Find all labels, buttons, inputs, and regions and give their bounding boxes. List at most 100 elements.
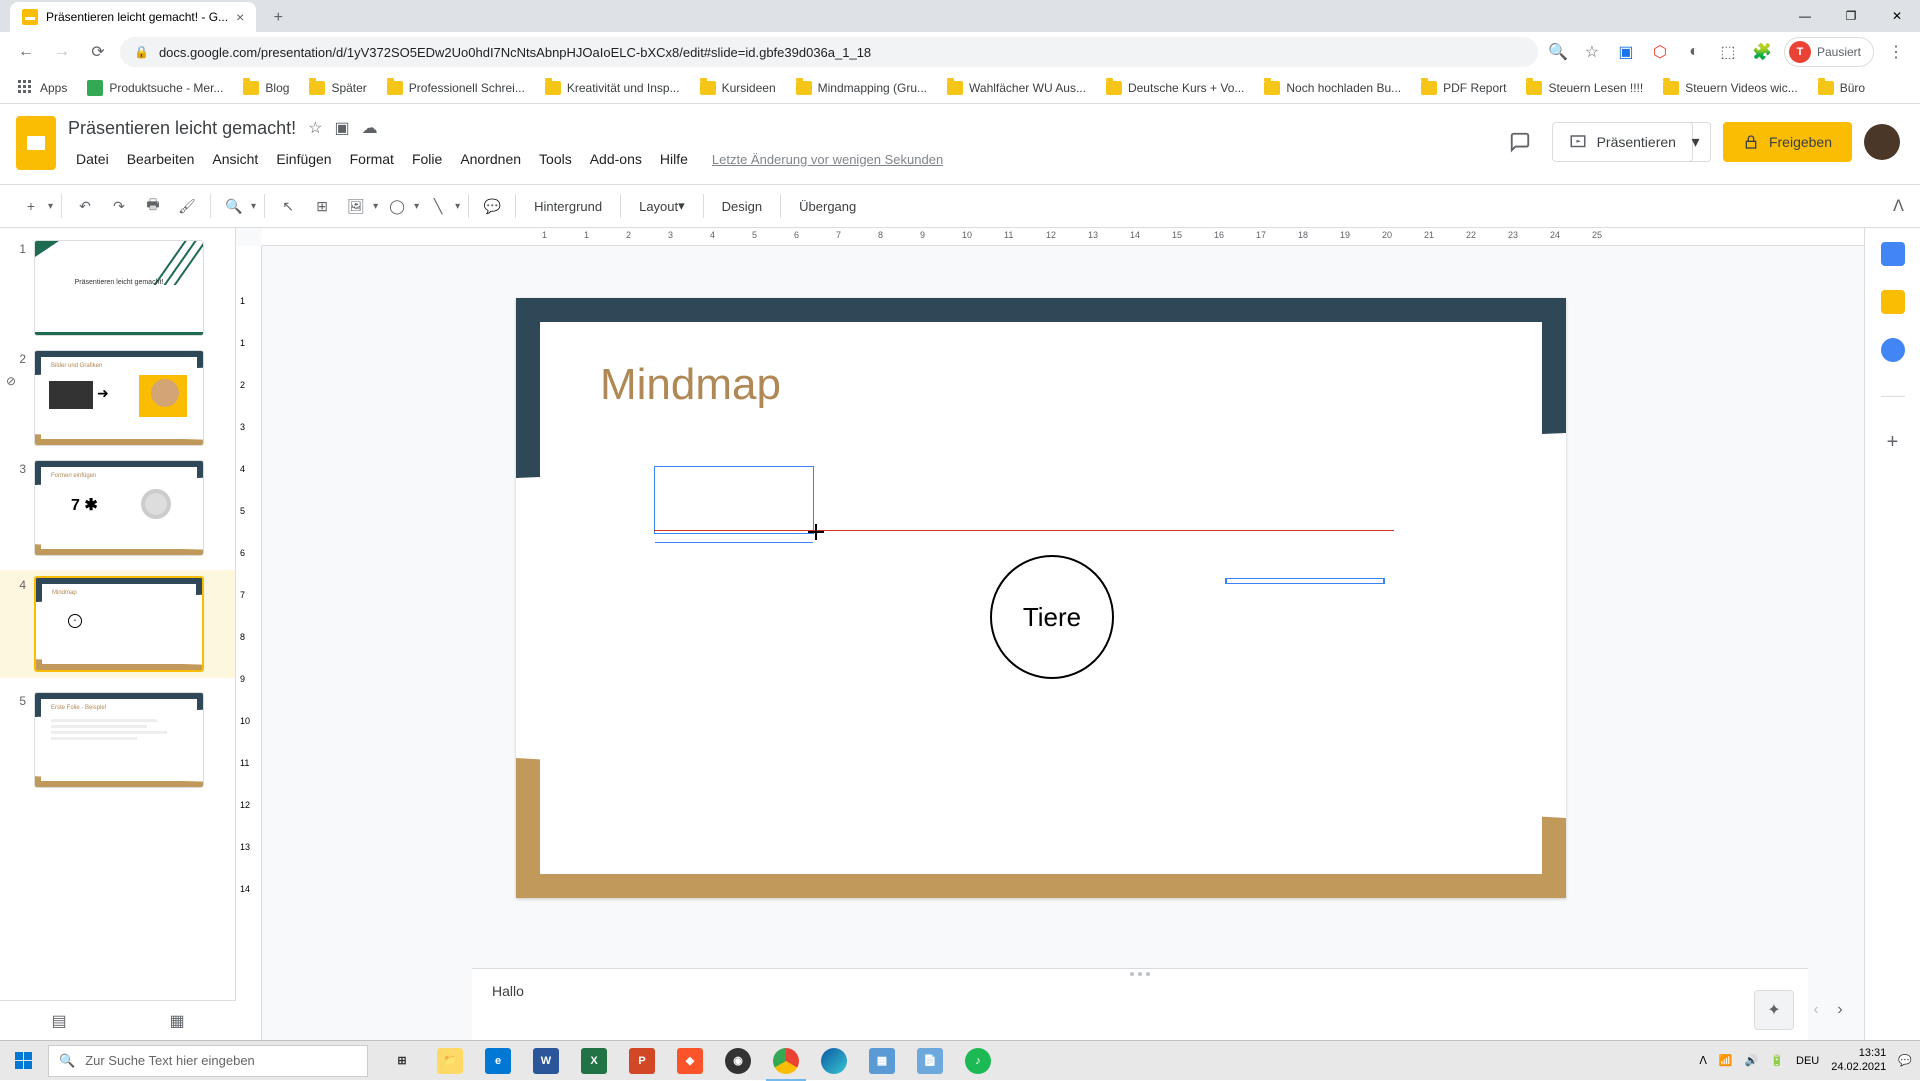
- tasks-icon[interactable]: [1881, 338, 1905, 362]
- battery-icon[interactable]: 🔋: [1770, 1054, 1784, 1067]
- slide-thumbnail[interactable]: Präsentieren leicht gemacht!: [34, 240, 204, 336]
- notifications-icon[interactable]: 💬: [1898, 1054, 1912, 1067]
- menu-ansicht[interactable]: Ansicht: [204, 147, 266, 171]
- image-tool[interactable]: 🖼: [341, 191, 371, 221]
- menu-folie[interactable]: Folie: [404, 147, 450, 171]
- image-dropdown[interactable]: ▾: [373, 201, 378, 212]
- bookmark-item[interactable]: Professionell Schrei...: [379, 77, 533, 99]
- notes-resize-handle[interactable]: [472, 969, 1808, 979]
- menu-icon[interactable]: ⋮: [1884, 40, 1908, 64]
- add-panel-icon[interactable]: +: [1887, 431, 1899, 454]
- brave-icon[interactable]: ◆: [666, 1041, 714, 1081]
- chrome-icon[interactable]: [762, 1041, 810, 1081]
- move-doc-icon[interactable]: ▣: [334, 118, 349, 138]
- star-icon[interactable]: ☆: [1580, 40, 1604, 64]
- menu-einfuegen[interactable]: Einfügen: [268, 147, 339, 171]
- slide-title[interactable]: Mindmap: [600, 360, 781, 410]
- zoom-dropdown[interactable]: ▾: [251, 201, 256, 212]
- browser-tab[interactable]: ▬ Präsentieren leicht gemacht! - G... ×: [10, 2, 256, 32]
- back-button[interactable]: ←: [12, 38, 40, 66]
- mindmap-circle[interactable]: Tiere: [990, 555, 1114, 679]
- shape-rectangle[interactable]: [1225, 578, 1385, 584]
- doc-title[interactable]: Präsentieren leicht gemacht!: [68, 118, 296, 139]
- new-slide-dropdown[interactable]: ▾: [48, 201, 53, 212]
- spotify-icon[interactable]: ♪: [954, 1041, 1002, 1081]
- canvas-area[interactable]: 1123456789101112131415161718192021222324…: [236, 228, 1864, 1040]
- excel-icon[interactable]: X: [570, 1041, 618, 1081]
- close-window-button[interactable]: ✕: [1874, 0, 1920, 32]
- share-button[interactable]: Freigeben: [1723, 122, 1852, 162]
- bookmark-item[interactable]: Produktsuche - Mer...: [79, 76, 231, 100]
- forward-button[interactable]: →: [48, 38, 76, 66]
- shape-tool[interactable]: ◯: [382, 191, 412, 221]
- extensions-icon[interactable]: ⬚: [1716, 40, 1740, 64]
- slide-canvas[interactable]: Mindmap Tiere: [516, 298, 1566, 898]
- file-explorer-icon[interactable]: 📁: [426, 1041, 474, 1081]
- zoom-button[interactable]: 🔍: [219, 191, 249, 221]
- menu-addons[interactable]: Add-ons: [582, 147, 650, 171]
- app-icon[interactable]: ▦: [858, 1041, 906, 1081]
- bookmark-item[interactable]: PDF Report: [1413, 77, 1514, 99]
- zoom-icon[interactable]: 🔍: [1546, 40, 1570, 64]
- new-tab-button[interactable]: +: [264, 4, 292, 32]
- bookmark-item[interactable]: Noch hochladen Bu...: [1256, 77, 1409, 99]
- slide-thumbnail-active[interactable]: Mindmap ⚬: [34, 576, 204, 672]
- bookmark-item[interactable]: Kursideen: [692, 77, 784, 99]
- next-button[interactable]: ›: [1828, 990, 1852, 1030]
- textbox-tool[interactable]: ⊞: [307, 191, 337, 221]
- bookmark-item[interactable]: Büro: [1810, 77, 1873, 99]
- menu-datei[interactable]: Datei: [68, 147, 117, 171]
- incognito-icon[interactable]: ◐: [1682, 40, 1706, 64]
- comment-tool[interactable]: 💬: [477, 191, 507, 221]
- bookmark-item[interactable]: Mindmapping (Gru...: [788, 77, 935, 99]
- menu-bearbeiten[interactable]: Bearbeiten: [119, 147, 203, 171]
- grid-view-icon[interactable]: ▦: [169, 1011, 184, 1031]
- line-tool[interactable]: ╲: [423, 191, 453, 221]
- calendar-icon[interactable]: [1881, 242, 1905, 266]
- new-slide-button[interactable]: +: [16, 191, 46, 221]
- bookmark-item[interactable]: Steuern Lesen !!!!: [1518, 77, 1651, 99]
- system-clock[interactable]: 13:31 24.02.2021: [1831, 1047, 1886, 1073]
- volume-icon[interactable]: 🔊: [1745, 1054, 1759, 1067]
- notepad-icon[interactable]: 📄: [906, 1041, 954, 1081]
- last-edit-text[interactable]: Letzte Änderung vor wenigen Sekunden: [712, 152, 943, 167]
- redo-button[interactable]: ↷: [104, 191, 134, 221]
- powerpoint-icon[interactable]: P: [618, 1041, 666, 1081]
- star-doc-icon[interactable]: ☆: [308, 118, 322, 138]
- tray-chevron-icon[interactable]: ᐱ: [1699, 1054, 1707, 1067]
- puzzle-icon[interactable]: 🧩: [1750, 40, 1774, 64]
- slide-thumbnail[interactable]: Formen einfügen 7 ✱: [34, 460, 204, 556]
- keep-icon[interactable]: [1881, 290, 1905, 314]
- obs-icon[interactable]: ◉: [714, 1041, 762, 1081]
- cloud-status-icon[interactable]: ☁: [362, 118, 378, 138]
- menu-hilfe[interactable]: Hilfe: [652, 147, 696, 171]
- explore-button[interactable]: ✦: [1754, 990, 1794, 1030]
- notes-text[interactable]: Hallo: [472, 979, 1808, 1003]
- minimize-button[interactable]: —: [1782, 0, 1828, 32]
- speaker-notes[interactable]: Hallo: [472, 968, 1808, 1040]
- profile-button[interactable]: T Pausiert: [1784, 37, 1874, 67]
- slide-thumbnail[interactable]: Erste Folie - Beispiel: [34, 692, 204, 788]
- task-view-icon[interactable]: ⊞: [378, 1041, 426, 1081]
- edge-legacy-icon[interactable]: e: [474, 1041, 522, 1081]
- bookmark-item[interactable]: Blog: [235, 77, 297, 99]
- background-button[interactable]: Hintergrund: [524, 191, 612, 221]
- slide-thumbnail[interactable]: Bilder und Grafiken ➜: [34, 350, 204, 446]
- maximize-button[interactable]: ❐: [1828, 0, 1874, 32]
- menu-anordnen[interactable]: Anordnen: [452, 147, 529, 171]
- wifi-icon[interactable]: 📶: [1719, 1054, 1733, 1067]
- slides-logo-icon[interactable]: [16, 116, 56, 170]
- design-button[interactable]: Design: [712, 191, 772, 221]
- transition-button[interactable]: Übergang: [789, 191, 866, 221]
- close-tab-icon[interactable]: ×: [236, 9, 244, 25]
- url-field[interactable]: 🔒 docs.google.com/presentation/d/1yV372S…: [120, 37, 1538, 67]
- present-dropdown[interactable]: ▾: [1681, 122, 1711, 162]
- bookmark-item[interactable]: Kreativität und Insp...: [537, 77, 688, 99]
- start-button[interactable]: [0, 1041, 48, 1081]
- qr-icon[interactable]: ▣: [1614, 40, 1638, 64]
- shape-dropdown[interactable]: ▾: [414, 201, 419, 212]
- edge-icon[interactable]: [810, 1041, 858, 1081]
- taskbar-search[interactable]: 🔍 Zur Suche Text hier eingeben: [48, 1045, 368, 1077]
- print-button[interactable]: 🖶: [138, 191, 168, 221]
- prev-button[interactable]: ‹: [1804, 990, 1828, 1030]
